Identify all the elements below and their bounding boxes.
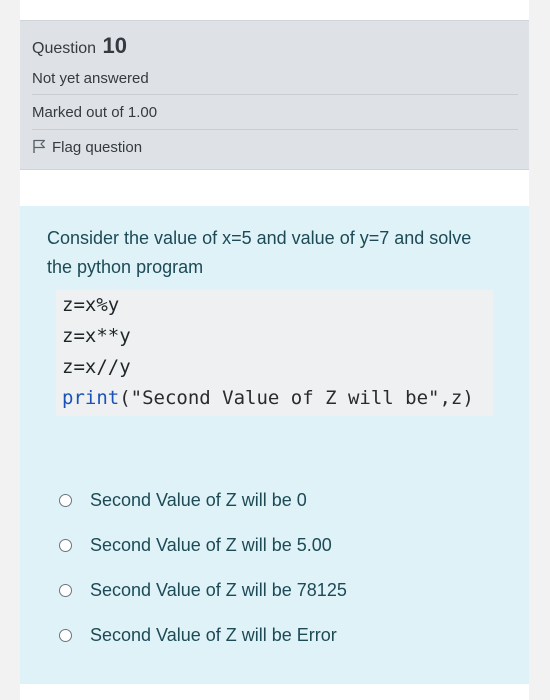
flag-question-link[interactable]: Flag question xyxy=(32,139,142,156)
answer-label[interactable]: Second Value of Z will be 0 xyxy=(90,490,307,511)
question-number: Question 10 xyxy=(32,33,127,59)
flag-icon xyxy=(33,139,46,153)
answer-option-b[interactable]: Second Value of Z will be 5.00 xyxy=(56,531,496,576)
answer-option-c[interactable]: Second Value of Z will be 78125 xyxy=(56,576,496,621)
question-number-value: 10 xyxy=(102,33,127,58)
answer-label[interactable]: Second Value of Z will be 5.00 xyxy=(90,535,332,556)
answer-option-a[interactable]: Second Value of Z will be 0 xyxy=(56,486,496,531)
code-line: print("Second Value of Z will be",z) xyxy=(62,383,493,414)
divider xyxy=(32,94,518,95)
radio-button[interactable] xyxy=(59,494,72,507)
answer-label[interactable]: Second Value of Z will be Error xyxy=(90,625,337,646)
code-block: z=x%y z=x**y z=x//y print("Second Value … xyxy=(56,290,493,416)
answer-label[interactable]: Second Value of Z will be 78125 xyxy=(90,580,347,601)
question-formulation: Consider the value of x=5 and value of y… xyxy=(20,206,529,684)
code-arguments: ("Second Value of Z will be",z) xyxy=(119,387,474,409)
question-info-panel: Question 10 Not yet answered Marked out … xyxy=(20,20,529,170)
question-card: Question 10 Not yet answered Marked out … xyxy=(20,0,529,700)
code-line: z=x**y xyxy=(62,325,131,347)
answer-option-d[interactable]: Second Value of Z will be Error xyxy=(56,621,496,666)
radio-button[interactable] xyxy=(59,584,72,597)
code-function: print xyxy=(62,387,120,409)
question-label: Question xyxy=(32,40,97,57)
question-text: Consider the value of x=5 and value of y… xyxy=(47,228,472,277)
question-state: Not yet answered xyxy=(32,70,149,87)
radio-button[interactable] xyxy=(59,629,72,642)
code-line: z=x//y xyxy=(62,356,131,378)
code-line: z=x%y xyxy=(62,294,120,316)
divider xyxy=(32,129,518,130)
radio-button[interactable] xyxy=(59,539,72,552)
flag-question-label: Flag question xyxy=(52,139,143,156)
answer-list: Second Value of Z will be 0 Second Value… xyxy=(56,486,496,666)
question-grade: Marked out of 1.00 xyxy=(32,104,158,121)
